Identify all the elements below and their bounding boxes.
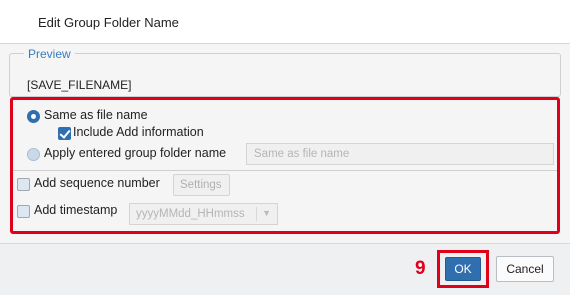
preview-value: [SAVE_FILENAME] [27,78,132,92]
options-divider [13,170,557,171]
sequence-settings-button[interactable]: Settings [173,174,230,196]
include-add-information-checkbox[interactable] [58,127,71,140]
group-folder-name-input[interactable]: Same as file name [246,143,554,165]
add-timestamp-label: Add timestamp [34,203,118,217]
dialog-title: Edit Group Folder Name [38,15,179,30]
add-timestamp-checkbox[interactable] [17,205,30,218]
step-number-annotation: 9 [415,258,426,279]
same-as-file-name-label: Same as file name [44,108,148,122]
select-separator [256,207,257,221]
chevron-down-icon: ▼ [262,208,271,218]
add-sequence-number-label: Add sequence number [34,176,160,190]
timestamp-format-select[interactable]: yyyyMMdd_HHmmss ▼ [129,203,278,225]
same-as-file-name-radio[interactable] [27,110,40,123]
ok-button[interactable]: OK [445,257,481,281]
apply-entered-name-label: Apply entered group folder name [44,146,227,160]
cancel-button[interactable]: Cancel [496,256,554,282]
timestamp-format-value: yyyyMMdd_HHmmss [136,208,245,220]
include-add-information-label: Include Add information [73,125,204,139]
preview-legend: Preview [24,47,75,61]
dialog-titlebar: Edit Group Folder Name [0,0,570,44]
add-sequence-number-checkbox[interactable] [17,178,30,191]
apply-entered-name-radio[interactable] [27,148,40,161]
dialog-content: Preview [SAVE_FILENAME] Same as file nam… [0,44,570,243]
